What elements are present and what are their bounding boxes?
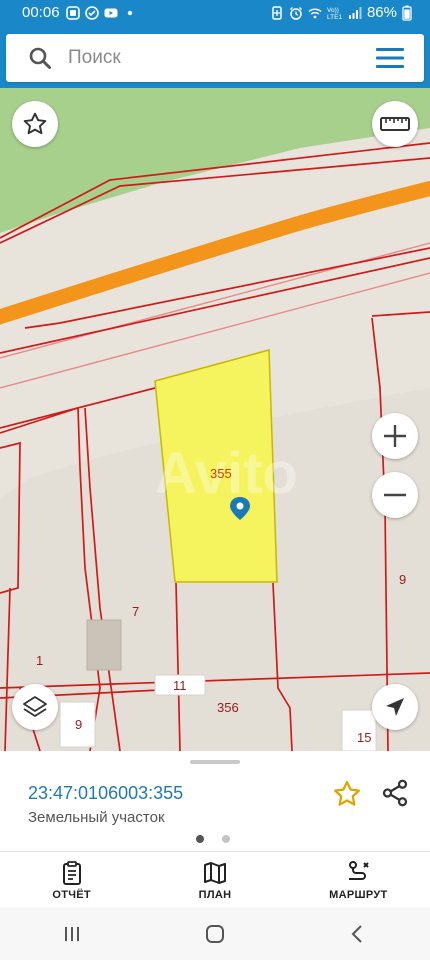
favorite-map-button[interactable]: [12, 101, 58, 147]
parcel-label-356: 356: [217, 700, 239, 715]
map-canvas[interactable]: Avito: [0, 88, 430, 751]
bottom-navigation: ОТЧЁТ ПЛАН МАРШРУТ: [0, 851, 430, 907]
nav-report-label: ОТЧЁТ: [52, 889, 91, 901]
volte-icon: Vo))LTE1: [327, 7, 342, 21]
system-navigation: [0, 907, 430, 960]
wifi-icon: [308, 7, 322, 18]
zoom-in-button[interactable]: [372, 413, 418, 459]
route-icon: [349, 861, 370, 880]
drag-handle[interactable]: [190, 760, 240, 764]
layers-button[interactable]: [12, 684, 58, 730]
cadastral-map[interactable]: Avito 355 7 1 11 356 9 9 15: [0, 88, 430, 751]
search-header: [0, 28, 430, 88]
object-type: Земельный участок: [28, 809, 165, 826]
status-right-icons: Vo)) LTE1 86%: [270, 4, 412, 21]
parcel-info-panel[interactable]: 23:47:0106003:355 Земельный участок: [0, 751, 430, 851]
parcel-label-9-left: 9: [75, 717, 83, 732]
layers-icon: [23, 696, 47, 717]
plus-icon: [384, 425, 406, 447]
parcel-label-1: 1: [36, 653, 44, 668]
star-outline-icon: [23, 112, 47, 135]
my-location-button[interactable]: [372, 684, 418, 730]
page-dot: [222, 835, 230, 843]
status-bar: 00:06 Vo)) LTE1 86%: [0, 0, 430, 28]
status-left-icons: [66, 6, 137, 20]
map-plan-icon: [203, 862, 226, 884]
page-indicator: [196, 835, 230, 843]
navigation-arrow-icon: [386, 698, 404, 716]
battery-percent: 86%: [366, 4, 397, 21]
svg-text:LTE1: LTE1: [327, 14, 342, 21]
signal-icon: [348, 6, 362, 19]
zoom-out-button[interactable]: [372, 472, 418, 518]
report-icon: [62, 861, 81, 885]
measure-button[interactable]: [372, 101, 418, 147]
parcel-label-355: 355: [210, 466, 232, 481]
svg-text:Vo)): Vo)): [327, 7, 339, 14]
nav-plan[interactable]: ПЛАН: [143, 852, 286, 907]
search-input[interactable]: [68, 44, 358, 72]
nav-route-label: МАРШРУТ: [329, 889, 388, 901]
cadastral-number[interactable]: 23:47:0106003:355: [28, 783, 183, 804]
status-time: 00:06: [22, 4, 60, 21]
check-circle-icon: [85, 6, 99, 20]
recents-icon[interactable]: [61, 923, 83, 945]
ruler-icon: [380, 117, 410, 131]
parcel-label-7: 7: [132, 604, 140, 619]
youtube-icon: [104, 8, 118, 18]
share-icon[interactable]: [380, 778, 410, 808]
battery-icon: [402, 5, 412, 21]
search-icon[interactable]: [28, 46, 52, 70]
battery-saver-icon: [272, 5, 282, 20]
nav-route[interactable]: МАРШРУТ: [287, 852, 430, 907]
page-dot-active: [196, 835, 204, 843]
dot-icon: [127, 10, 133, 16]
add-favorite-star-icon[interactable]: [332, 779, 362, 809]
alarm-clock-icon: [290, 6, 302, 20]
search-bar[interactable]: [6, 34, 424, 82]
minus-icon: [384, 493, 406, 497]
notification-icon: [66, 6, 80, 20]
home-icon[interactable]: [204, 923, 226, 945]
parcel-label-9-right: 9: [399, 572, 407, 587]
hamburger-menu-icon[interactable]: [376, 47, 404, 69]
parcel-label-11: 11: [173, 678, 187, 693]
parcel-label-15: 15: [357, 730, 372, 745]
nav-plan-label: ПЛАН: [198, 889, 232, 901]
nav-report[interactable]: ОТЧЁТ: [0, 852, 143, 907]
back-icon[interactable]: [347, 923, 369, 945]
